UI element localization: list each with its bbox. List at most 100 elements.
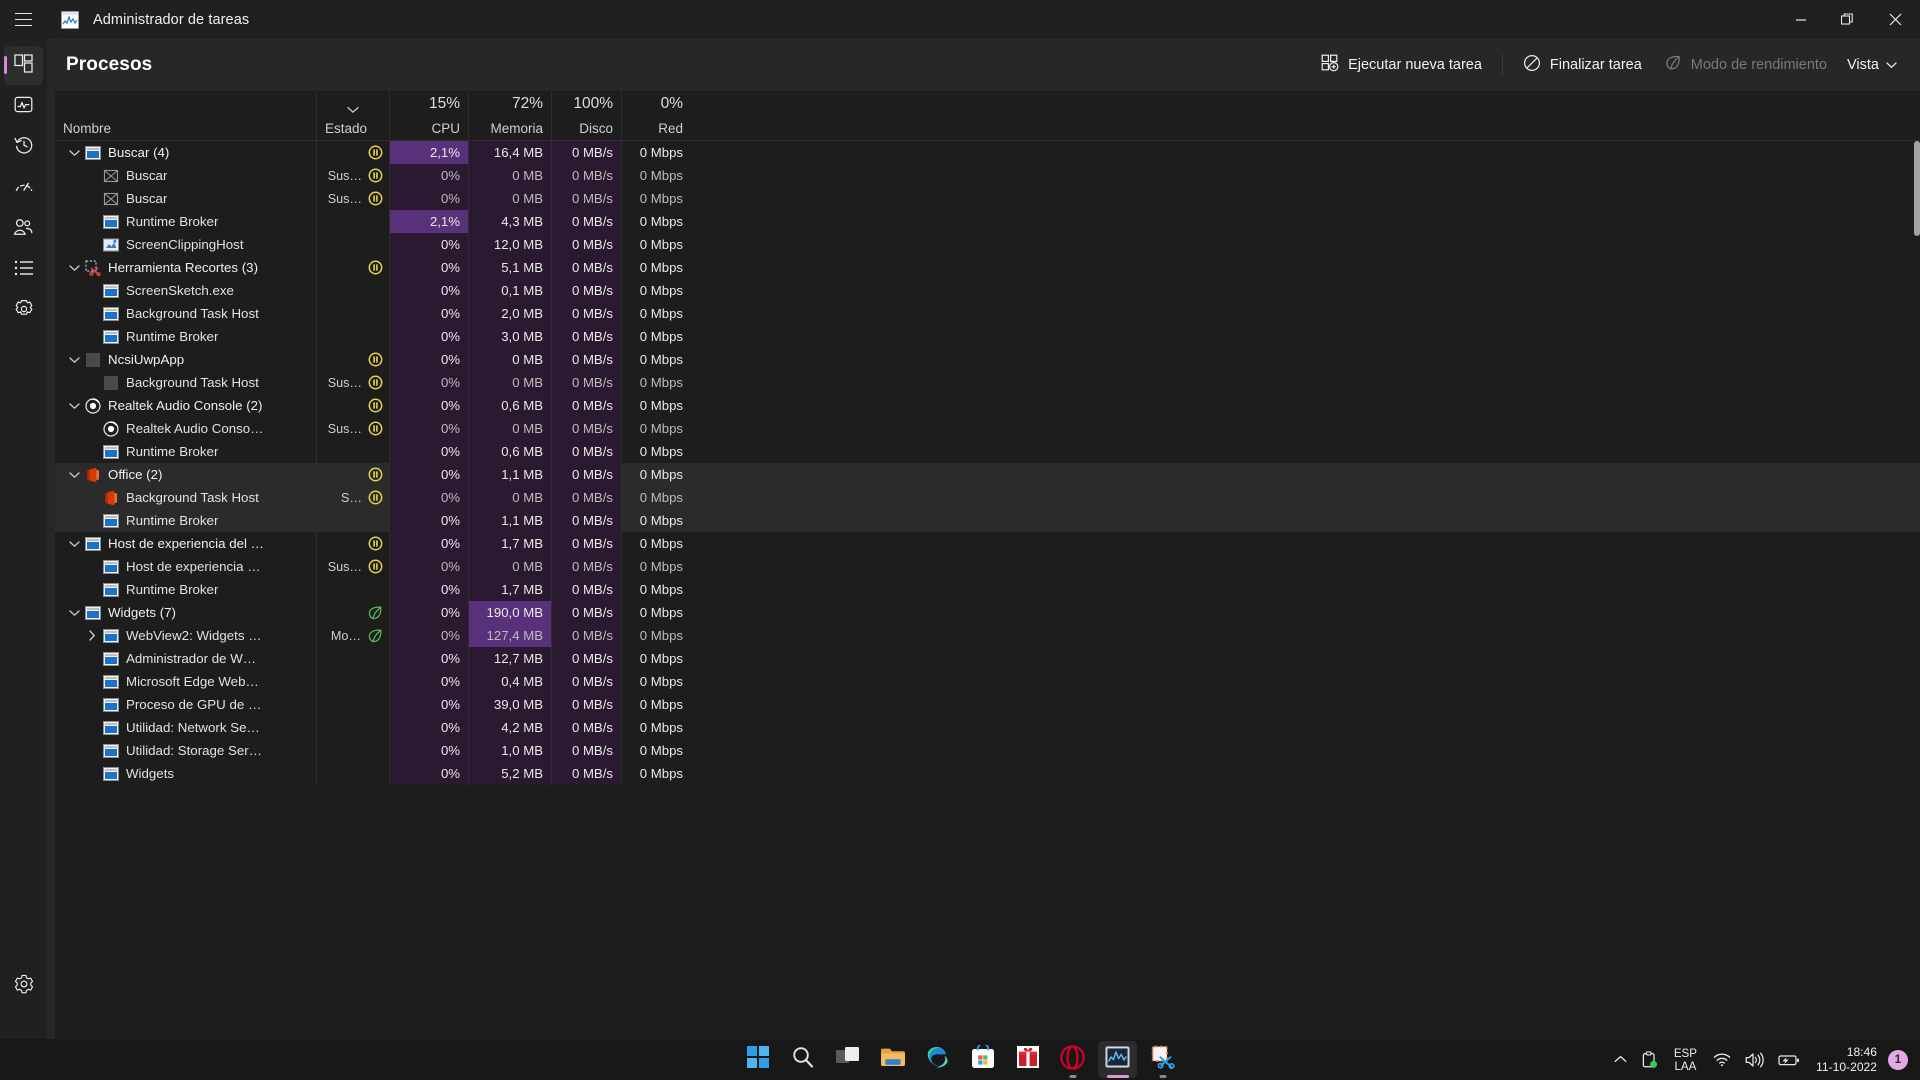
volume-icon[interactable] (1738, 1039, 1771, 1080)
table-row[interactable]: Widgets 0% 5,2 MB 0 MB/s 0 Mbps (55, 762, 1920, 785)
cell-nombre: Utilidad: Storage Ser… (55, 739, 316, 762)
cell-cpu: 0% (389, 233, 468, 256)
sidebar-item-app-history[interactable] (0, 127, 47, 168)
task-manager-icon (61, 10, 79, 29)
active-indicator (4, 56, 7, 74)
view-menu-button[interactable]: Vista (1838, 48, 1906, 82)
taskbar-task-view-icon[interactable] (825, 1039, 870, 1080)
table-row[interactable]: Host de experiencia … Sus… 0% 0 MB 0 MB/s 0 M… (55, 555, 1920, 578)
taskbar-opera-icon[interactable] (1050, 1039, 1095, 1080)
cell-memoria: 1,1 MB (468, 463, 551, 486)
sidebar-item-details[interactable] (0, 250, 47, 291)
show-hidden-icons-icon[interactable] (1607, 1039, 1634, 1080)
column-header-cpu[interactable]: 15% CPU (389, 91, 468, 141)
table-row[interactable]: Widgets (7) 0% 190,0 MB 0 MB/s 0 Mbps (55, 601, 1920, 624)
table-row[interactable]: ScreenClippingHost 0% 12,0 MB 0 MB/s 0 Mbps (55, 233, 1920, 256)
taskbar-task-manager-icon[interactable] (1095, 1039, 1140, 1080)
minimize-icon[interactable] (1778, 0, 1824, 39)
wifi-icon[interactable] (1706, 1039, 1738, 1080)
table-row[interactable]: Host de experiencia del … 0% 1,7 MB 0 MB/s 0… (55, 532, 1920, 555)
column-header-memoria[interactable]: 72% Memoria (468, 91, 551, 141)
sidebar-item-startup-apps[interactable] (0, 168, 47, 209)
taskbar-gift-icon[interactable] (1005, 1039, 1050, 1080)
table-row[interactable]: Background Task Host Sus… 0% 0 MB 0 MB/s 0 Mb… (55, 371, 1920, 394)
table-row[interactable]: Runtime Broker 2,1% 4,3 MB 0 MB/s 0 Mbps (55, 210, 1920, 233)
table-row[interactable]: Realtek Audio Console (2) 0% 0,6 MB 0 MB/s 0… (55, 394, 1920, 417)
cell-red: 0 Mbps (621, 739, 691, 762)
sidebar-item-settings[interactable] (0, 966, 47, 1007)
table-row[interactable]: Runtime Broker 0% 1,1 MB 0 MB/s 0 Mbps (55, 509, 1920, 532)
battery-charging-icon[interactable] (1771, 1039, 1807, 1080)
cell-nombre: Widgets (7) (55, 601, 316, 624)
cell-estado: Sus… (316, 417, 389, 440)
sidebar-item-users[interactable] (0, 209, 47, 250)
table-row[interactable]: Runtime Broker 0% 3,0 MB 0 MB/s 0 Mbps (55, 325, 1920, 348)
column-header-disco[interactable]: 100% Disco (551, 91, 621, 141)
table-row[interactable]: WebView2: Widgets … Mo… 0% 127,4 MB 0 MB/s 0 … (55, 624, 1920, 647)
clock[interactable]: 18:46 11-10-2022 (1807, 1045, 1886, 1075)
hamburger-menu-icon[interactable] (0, 0, 47, 39)
language-indicator[interactable]: ESP LAA (1665, 1047, 1706, 1073)
collapse-chevron-down-icon[interactable] (63, 264, 85, 272)
scrollbar-thumb[interactable] (1914, 141, 1920, 236)
table-row[interactable]: Buscar Sus… 0% 0 MB 0 MB/s 0 Mbps (55, 164, 1920, 187)
details-icon (14, 260, 34, 281)
taskbar-file-explorer-icon[interactable] (870, 1039, 915, 1080)
cell-disco: 0 MB/s (551, 279, 621, 302)
table-row[interactable]: Utilidad: Network Se… 0% 4,2 MB 0 MB/s 0 Mbp… (55, 716, 1920, 739)
vertical-scrollbar[interactable] (1910, 141, 1920, 1041)
table-row[interactable]: ScreenSketch.exe 0% 0,1 MB 0 MB/s 0 Mbps (55, 279, 1920, 302)
collapse-chevron-down-icon[interactable] (63, 356, 85, 364)
expand-chevron-right-icon[interactable] (81, 630, 103, 641)
sidebar-item-services[interactable] (0, 291, 47, 332)
table-row[interactable]: Utilidad: Storage Ser… 0% 1,0 MB 0 MB/s 0 Mb… (55, 739, 1920, 762)
pause-icon (368, 145, 383, 160)
cell-red: 0 Mbps (621, 670, 691, 693)
collapse-chevron-down-icon[interactable] (63, 609, 85, 617)
column-header-red[interactable]: 0% Red (621, 91, 691, 141)
window-blue-icon (103, 306, 119, 322)
table-row[interactable]: NcsiUwpApp 0% 0 MB 0 MB/s 0 Mbps (55, 348, 1920, 371)
collapse-chevron-down-icon[interactable] (63, 149, 85, 157)
taskbar-snipping-tool-icon[interactable] (1140, 1039, 1185, 1080)
sidebar-item-processes[interactable] (0, 45, 47, 86)
table-row[interactable]: Proceso de GPU de … 0% 39,0 MB 0 MB/s 0 Mbps (55, 693, 1920, 716)
table-row[interactable]: Administrador de W… 0% 12,7 MB 0 MB/s 0 Mbps (55, 647, 1920, 670)
cell-nombre: Proceso de GPU de … (55, 693, 316, 716)
taskbar-start-icon[interactable] (735, 1039, 780, 1080)
table-row[interactable]: Realtek Audio Conso… Sus… 0% 0 MB 0 MB/s 0 Mb… (55, 417, 1920, 440)
restore-icon[interactable] (1824, 0, 1870, 39)
run-new-task-button[interactable]: Ejecutar nueva tarea (1310, 48, 1493, 82)
notification-badge[interactable]: 1 (1888, 1049, 1908, 1070)
table-row[interactable]: Runtime Broker 0% 1,7 MB 0 MB/s 0 Mbps (55, 578, 1920, 601)
cell-red: 0 Mbps (621, 532, 691, 555)
table-row[interactable]: Buscar (4) 2,1% 16,4 MB 0 MB/s 0 Mbps (55, 141, 1920, 164)
cell-estado (316, 348, 389, 371)
taskbar-microsoft-edge-icon[interactable] (915, 1039, 960, 1080)
end-task-button[interactable]: Finalizar tarea (1512, 48, 1653, 82)
collapse-chevron-down-icon[interactable] (63, 540, 85, 548)
cell-estado (316, 509, 389, 532)
table-row[interactable]: Herramienta Recortes (3) 0% 5,1 MB 0 MB/s 0 … (55, 256, 1920, 279)
close-icon[interactable] (1870, 0, 1920, 39)
cell-estado (316, 210, 389, 233)
column-header-estado[interactable]: Estado (316, 91, 389, 141)
cell-disco: 0 MB/s (551, 371, 621, 394)
table-row[interactable]: Background Task Host 0% 2,0 MB 0 MB/s 0 Mbps (55, 302, 1920, 325)
collapse-chevron-down-icon[interactable] (63, 471, 85, 479)
sidebar-item-performance[interactable] (0, 86, 47, 127)
cell-cpu: 0% (389, 739, 468, 762)
table-row[interactable]: Buscar Sus… 0% 0 MB 0 MB/s 0 Mbps (55, 187, 1920, 210)
table-row[interactable]: Runtime Broker 0% 0,6 MB 0 MB/s 0 Mbps (55, 440, 1920, 463)
table-row[interactable]: Background Task Host S… 0% 0 MB 0 MB/s 0 Mbps (55, 486, 1920, 509)
efficiency-mode-button[interactable]: Modo de rendimiento (1653, 48, 1838, 82)
status-text: Sus… (327, 559, 362, 574)
taskbar-microsoft-store-icon[interactable] (960, 1039, 1005, 1080)
collapse-chevron-down-icon[interactable] (63, 402, 85, 410)
table-row[interactable]: Microsoft Edge Web… 0% 0,4 MB 0 MB/s 0 Mbps (55, 670, 1920, 693)
column-header-nombre[interactable]: Nombre (55, 91, 316, 141)
status-text: S… (341, 490, 362, 505)
clipboard-icon[interactable] (1634, 1039, 1665, 1080)
taskbar-search-icon[interactable] (780, 1039, 825, 1080)
table-row[interactable]: Office (2) 0% 1,1 MB 0 MB/s 0 Mbps (55, 463, 1920, 486)
